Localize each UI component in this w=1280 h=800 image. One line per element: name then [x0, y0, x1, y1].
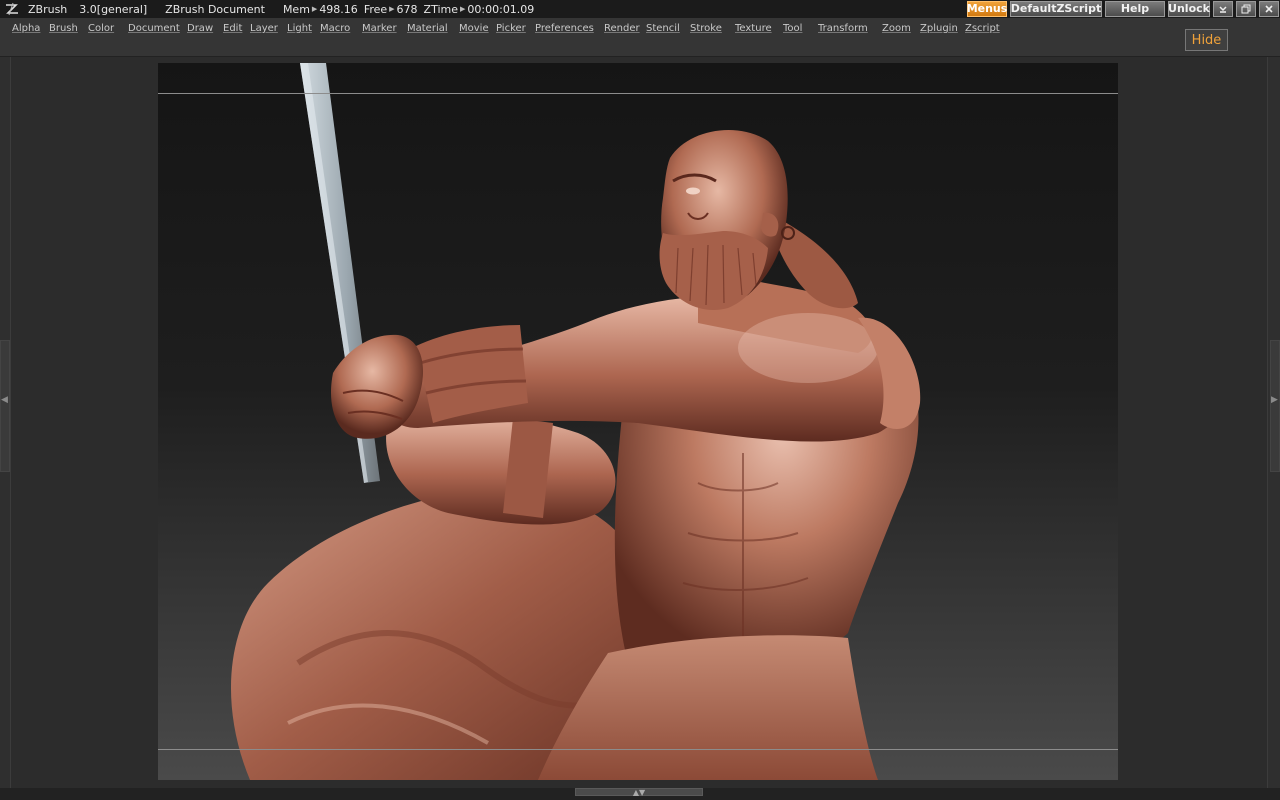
hide-button[interactable]: Hide [1185, 29, 1228, 51]
menu-macro[interactable]: Macro [320, 23, 350, 34]
close-icon[interactable] [1259, 1, 1279, 17]
bottom-tray-arrow-icon[interactable]: ▲▼ [633, 788, 645, 797]
default-zscript-button[interactable]: DefaultZScript [1010, 1, 1102, 17]
free-label: Free [363, 2, 388, 16]
help-button[interactable]: Help [1105, 1, 1165, 17]
mem-label: Mem [282, 2, 310, 16]
restore-icon[interactable] [1236, 1, 1256, 17]
document-canvas[interactable] [158, 63, 1118, 780]
menu-zplugin[interactable]: Zplugin [920, 23, 958, 34]
menus-button[interactable]: Menus [967, 1, 1007, 17]
menu-preferences[interactable]: Preferences [535, 23, 594, 34]
menu-marker[interactable]: Marker [362, 23, 397, 34]
menu-document[interactable]: Document [128, 23, 180, 34]
menu-edit[interactable]: Edit [223, 23, 242, 34]
document-name: ZBrush Document [165, 2, 265, 16]
menu-layer[interactable]: Layer [250, 23, 278, 34]
right-tray-arrow-icon[interactable]: ▶ [1271, 395, 1278, 405]
menu-light[interactable]: Light [287, 23, 312, 34]
menu-picker[interactable]: Picker [496, 23, 526, 34]
right-tray-handle[interactable] [1270, 340, 1280, 472]
menu-brush[interactable]: Brush [49, 23, 78, 34]
eye [686, 187, 700, 195]
menu-render[interactable]: Render [604, 23, 640, 34]
menu-texture[interactable]: Texture [735, 23, 772, 34]
left-tray-handle[interactable] [0, 340, 10, 472]
sculpt-viewport[interactable] [158, 63, 1118, 780]
left-tray-arrow-icon[interactable]: ◀ [1, 395, 8, 405]
zbrush-logo-icon [2, 0, 22, 18]
ztime-value: 00:00:01.09 [467, 2, 535, 16]
free-value: 678 [396, 2, 418, 16]
menu-bar: Alpha Brush Color Document Draw Edit Lay… [0, 18, 1280, 57]
menu-transform[interactable]: Transform [818, 23, 868, 34]
app-name: ZBrush [28, 2, 68, 16]
menu-color[interactable]: Color [88, 23, 114, 34]
ztime-label: ZTime [423, 2, 459, 16]
menu-stencil[interactable]: Stencil [646, 23, 680, 34]
menu-stroke[interactable]: Stroke [690, 23, 722, 34]
canvas-guide-top [158, 93, 1118, 94]
mem-arrow-icon: ▶ [311, 5, 318, 13]
menu-material[interactable]: Material [407, 23, 448, 34]
menu-zscript[interactable]: Zscript [965, 23, 1000, 34]
menu-draw[interactable]: Draw [187, 23, 213, 34]
menu-movie[interactable]: Movie [459, 23, 489, 34]
free-arrow-icon: ▶ [389, 5, 395, 13]
ztime-arrow-icon: ▶ [460, 5, 466, 13]
title-buttons: Menus DefaultZScript Help Unlock [964, 0, 1280, 18]
title-bar: ZBrush 3.0[general] ZBrush Document Mem … [0, 0, 1280, 18]
canvas-guide-bottom [158, 749, 1118, 750]
unlock-button[interactable]: Unlock [1168, 1, 1210, 17]
menu-tool[interactable]: Tool [783, 23, 802, 34]
menu-alpha[interactable]: Alpha [12, 23, 40, 34]
menu-zoom[interactable]: Zoom [882, 23, 911, 34]
mem-value: 498.16 [319, 2, 358, 16]
app-version: 3.0[general] [79, 2, 148, 16]
minimize-icon[interactable] [1213, 1, 1233, 17]
bottom-tray-handle[interactable]: ▲▼ [575, 788, 703, 797]
